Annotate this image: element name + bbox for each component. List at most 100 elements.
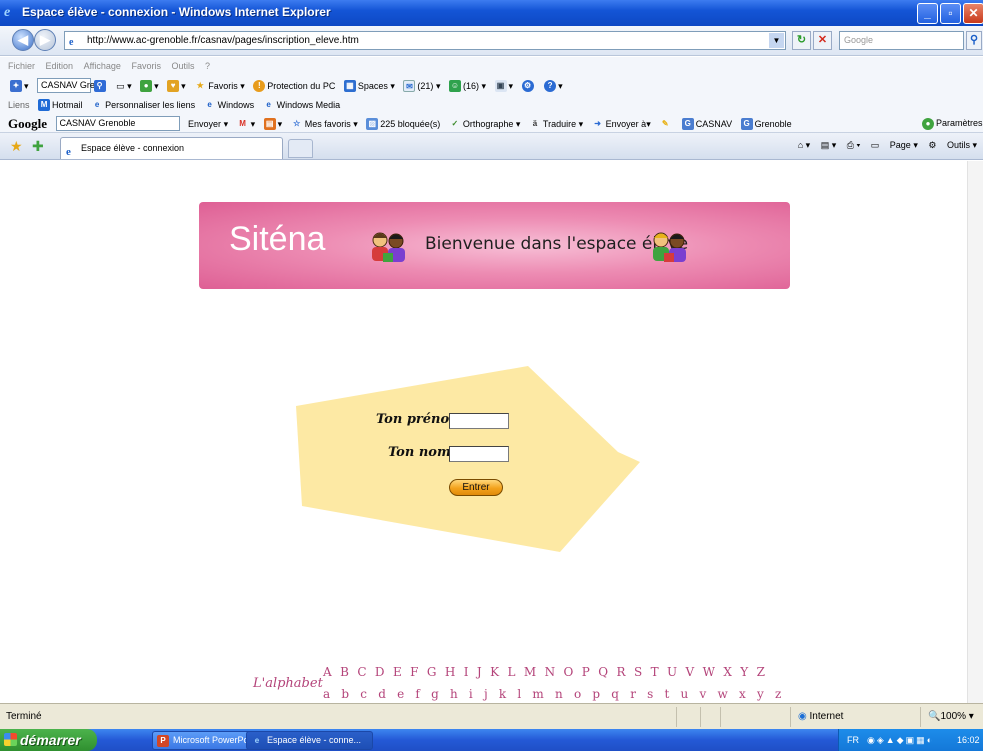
students-icon <box>372 232 405 262</box>
menu-bar: Fichier Edition Affichage Favoris Outils… <box>0 57 983 75</box>
clock: 16:02 <box>957 735 980 745</box>
live-color-icon[interactable]: ♥ ▾ <box>167 76 186 95</box>
status-divider <box>720 707 721 727</box>
protection-button[interactable]: ! Protection du PC <box>253 76 335 95</box>
status-bar: Terminé ◉ Internet 🔍100% ▾ <box>0 703 983 729</box>
status-divider <box>920 707 921 727</box>
system-tray: FR ◉◈▲◆▣▦◐ 16:02 <box>838 729 983 751</box>
live-search-icon[interactable]: ⚲ <box>93 76 108 95</box>
address-url: http://www.ac-grenoble.fr/casnav/pages/i… <box>87 35 359 46</box>
page-icon: e <box>69 37 74 48</box>
favorites-star-icon[interactable]: ★ <box>10 138 23 155</box>
maximize-button[interactable]: ▫ <box>940 3 961 24</box>
live-settings-icon[interactable]: ⚙ <box>521 76 536 95</box>
envoyer-a-button[interactable]: ➜ Envoyer à▾ <box>592 114 650 132</box>
parametres-button[interactable]: ● Paramètres <box>922 113 983 132</box>
tab-espace-eleve[interactable]: e Espace élève - connexion <box>60 137 283 159</box>
spaces-button[interactable]: ▦ Spaces ▾ <box>343 76 395 95</box>
mail-button[interactable]: ✉ (21) ▾ <box>403 76 440 95</box>
menu-help[interactable]: ? <box>205 61 210 71</box>
outils-menu[interactable]: ⚙ Outils ▾ <box>928 140 977 150</box>
contacts-button[interactable]: ☺ (16) ▾ <box>448 76 486 95</box>
nom-label: Ton nom <box>388 445 451 460</box>
welcome-banner: Siténa Bienvenue dans l'espace élève <box>199 202 790 289</box>
taskbar-item-ie[interactable]: e Espace élève - conne... <box>246 731 373 750</box>
globe-icon: ◉ <box>798 711 807 722</box>
favoris-button[interactable]: ★ Favoris ▾ <box>194 76 245 95</box>
grenoble-button[interactable]: G Grenoble <box>740 114 792 132</box>
prenom-input[interactable] <box>449 413 509 429</box>
menu-outils[interactable]: Outils <box>172 61 195 71</box>
alphabet-uppercase[interactable]: A B C D E F G H I J K L M N O P Q R S T … <box>323 665 767 679</box>
entrer-button[interactable]: Entrer <box>449 479 503 496</box>
link-windows-media[interactable]: e Windows Media <box>263 96 340 113</box>
internet-zone[interactable]: ◉ Internet <box>798 704 843 730</box>
mes-favoris-button[interactable]: ☆ Mes favoris ▾ <box>291 114 358 132</box>
page-content: Siténa Bienvenue dans l'espace élève Ton… <box>0 161 967 703</box>
refresh-button[interactable]: ↻ <box>792 31 811 50</box>
status-divider <box>790 707 791 727</box>
live-addon-icon[interactable]: ● ▾ <box>140 76 159 95</box>
windows-flag-icon <box>4 733 17 746</box>
casnav-button[interactable]: G CASNAV <box>681 114 732 132</box>
internet-explorer-icon: e <box>254 736 260 745</box>
home-icon[interactable]: ⌂ ▾ <box>798 140 810 150</box>
orthographe-button[interactable]: ✓ Orthographe ▾ <box>449 114 520 132</box>
command-bar: ⌂ ▾ ▤ ▾ ⎙ ▾ ▭ Page ▾ ⚙ Outils ▾ <box>790 140 977 151</box>
address-dropdown-icon[interactable]: ▼ <box>769 33 784 48</box>
menu-favoris[interactable]: Favoris <box>131 61 161 71</box>
back-button[interactable]: ◀ <box>12 29 34 51</box>
window-title: Espace élève - connexion - Windows Inter… <box>22 5 331 19</box>
forward-button[interactable]: ▶ <box>34 29 56 51</box>
menu-edition[interactable]: Edition <box>46 61 74 71</box>
students-icon-right <box>653 232 686 262</box>
minimize-button[interactable]: _ <box>917 3 938 24</box>
link-personnaliser[interactable]: e Personnaliser les liens <box>91 96 195 113</box>
live-extra-icon[interactable]: ▣ ▾ <box>494 76 513 95</box>
language-indicator[interactable]: FR <box>847 729 859 751</box>
highlighter-icon[interactable]: ✎ <box>659 114 673 132</box>
link-hotmail[interactable]: M Hotmail <box>38 96 83 113</box>
traduire-button[interactable]: ä Traduire ▾ <box>529 114 583 132</box>
popup-blocker-button[interactable]: ▨ 225 bloquée(s) <box>366 114 440 132</box>
vertical-scrollbar[interactable] <box>967 161 983 703</box>
tab-bar: ★ ✚ e Espace élève - connexion ⌂ ▾ ▤ ▾ ⎙… <box>0 133 983 160</box>
feeds-icon[interactable]: ▤ ▾ <box>821 140 837 150</box>
tab-favicon: e <box>66 146 71 158</box>
envoyer-button[interactable]: Envoyer ▾ <box>188 114 228 132</box>
tray-icons[interactable]: ◉◈▲◆▣▦◐ <box>867 729 934 751</box>
sitena-logo: Siténa <box>229 220 326 258</box>
nom-input[interactable] <box>449 446 509 462</box>
add-favorite-icon[interactable]: ✚ <box>32 138 44 155</box>
taskbar: démarrer P Microsoft PowerPoint ... e Es… <box>0 729 983 751</box>
internet-explorer-icon: e <box>4 5 11 20</box>
search-input[interactable]: Google <box>839 31 964 50</box>
windows-live-icon[interactable]: ✦ ▾ <box>10 76 29 95</box>
status-divider <box>700 707 701 727</box>
window-titlebar: e Espace élève - connexion - Windows Int… <box>0 0 983 26</box>
alphabet-logo[interactable]: L'alphabet <box>253 676 323 691</box>
live-search-input[interactable]: CASNAV Grer <box>37 78 98 94</box>
address-field[interactable]: e http://www.ac-grenoble.fr/casnav/pages… <box>64 31 786 50</box>
zoom-level[interactable]: 🔍100% ▾ <box>928 704 974 730</box>
menu-affichage[interactable]: Affichage <box>84 61 121 71</box>
close-button[interactable]: ✕ <box>963 3 983 24</box>
stop-button[interactable]: ✕ <box>813 31 832 50</box>
page-menu[interactable]: ▭ Page ▾ <box>871 140 918 150</box>
google-logo[interactable]: Google <box>8 114 47 132</box>
highlight-icon[interactable]: ▭ ▾ <box>116 76 132 95</box>
gmail-icon[interactable]: M ▾ <box>237 114 255 132</box>
alphabet-lowercase[interactable]: a b c d e f g h i j k l m n o p q r s t … <box>323 687 785 701</box>
menu-fichier[interactable]: Fichier <box>8 61 35 71</box>
new-tab-button[interactable] <box>288 139 313 158</box>
google-search-input[interactable]: CASNAV Grenoble <box>55 116 180 132</box>
start-button[interactable]: démarrer <box>0 729 97 751</box>
print-icon[interactable]: ⎙ ▾ <box>847 140 860 150</box>
link-windows[interactable]: e Windows <box>204 96 254 113</box>
bookmark-icon[interactable]: ▤ ▾ <box>263 114 282 132</box>
live-help-icon[interactable]: ? ▾ <box>544 76 563 95</box>
windows-live-toolbar: ✦ ▾ CASNAV Grer ⚲ ▭ ▾ ● ▾ ♥ ▾ ★ Favoris ▾ ! P… <box>0 75 983 95</box>
status-divider <box>676 707 677 727</box>
google-toolbar: Google CASNAV Grenoble Envoyer ▾ M ▾ ▤ ▾ ☆… <box>0 113 983 133</box>
search-icon[interactable]: ⚲ <box>966 31 982 50</box>
